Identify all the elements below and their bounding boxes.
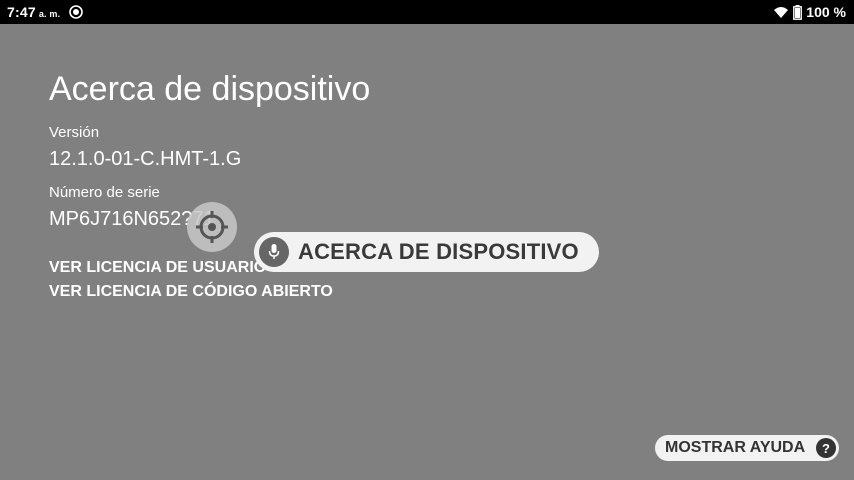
version-value: 12.1.0-01-C.HMT-1.G	[49, 148, 242, 170]
show-help-label: MOSTRAR AYUDA	[665, 439, 806, 456]
clock-time: 7:47	[7, 4, 36, 20]
page-title: Acerca de dispositivo	[49, 70, 371, 108]
status-bar: 7:47 a. m. 100 %	[0, 0, 854, 24]
status-icons: 100 %	[773, 0, 846, 24]
show-help-button[interactable]: MOSTRAR AYUDA ?	[655, 435, 839, 461]
notification-icon	[69, 5, 83, 19]
battery-icon	[793, 4, 803, 20]
voice-command-text: ACERCA DE DISPOSITIVO	[298, 239, 579, 264]
crosshair-icon	[187, 202, 237, 252]
serial-label: Número de serie	[49, 184, 160, 201]
open-source-license-link[interactable]: VER LICENCIA DE CÓDIGO ABIERTO	[49, 283, 333, 301]
clock-ampm: a. m.	[38, 9, 61, 19]
user-license-link[interactable]: VER LICENCIA DE USUARIO	[49, 259, 266, 277]
clock: 7:47 a. m.	[7, 4, 60, 20]
wifi-icon	[774, 7, 789, 18]
version-label: Versión	[49, 124, 100, 141]
help-icon: ?	[816, 438, 836, 458]
voice-command-pill: ACERCA DE DISPOSITIVO	[254, 232, 599, 272]
battery-percentage: 100 %	[806, 4, 846, 20]
microphone-icon	[259, 237, 289, 267]
